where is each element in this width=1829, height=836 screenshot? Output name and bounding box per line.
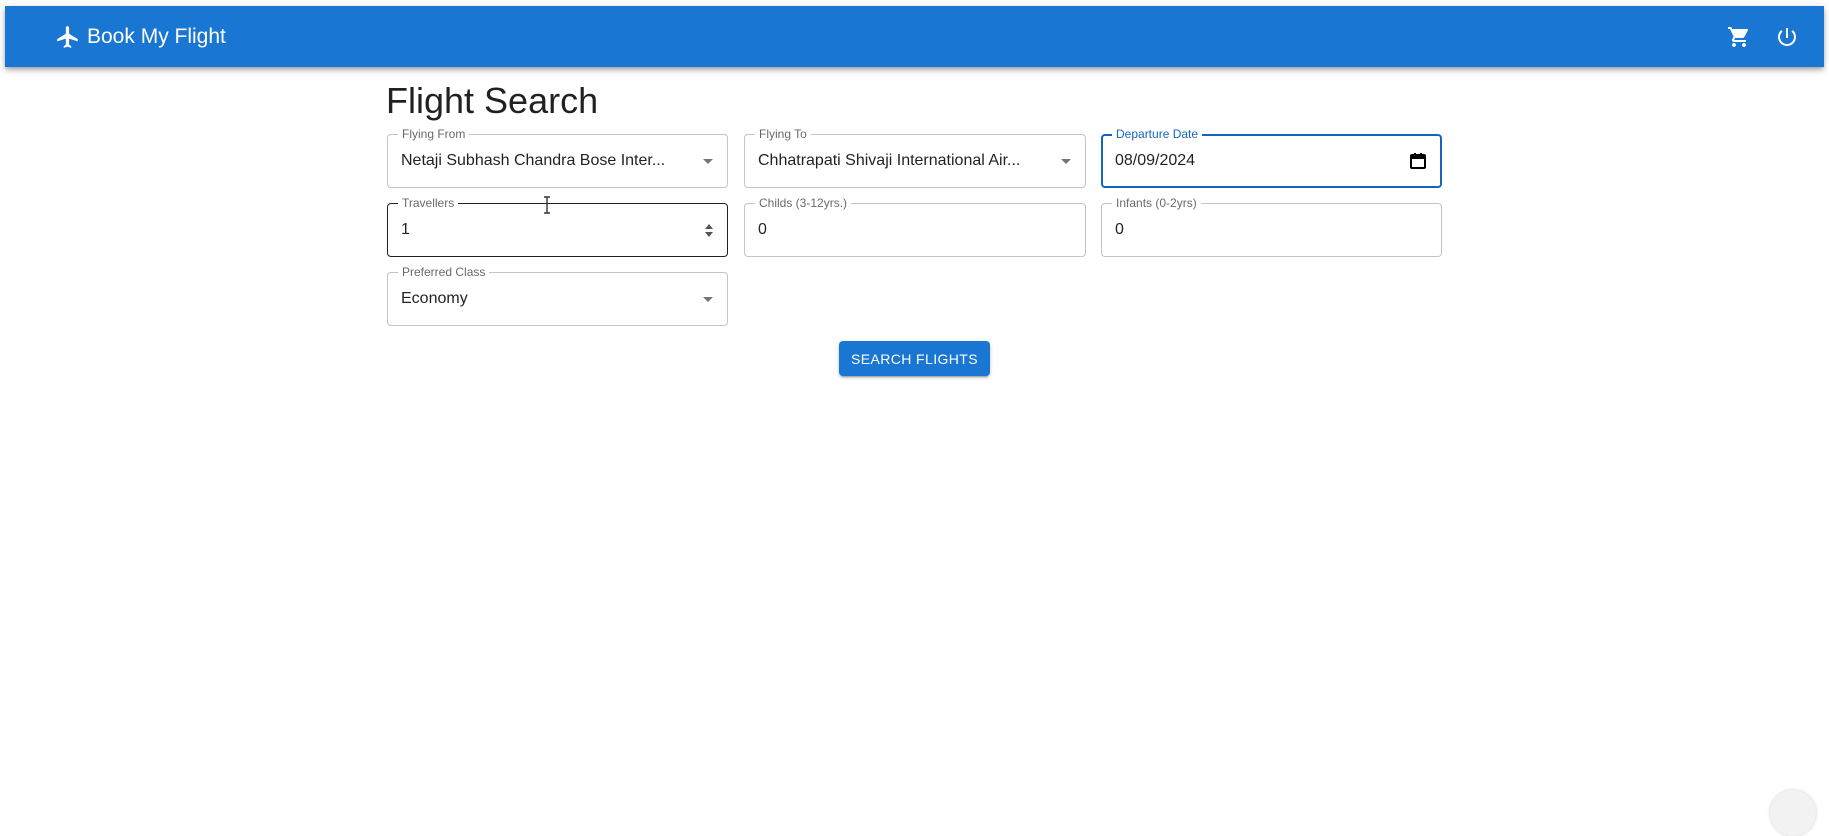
chevron-down-icon[interactable] <box>703 297 713 302</box>
floating-action-button[interactable] <box>1770 790 1816 836</box>
flying-to-select[interactable]: Flying To Chhatrapati Shivaji Internatio… <box>744 127 1086 188</box>
calendar-icon[interactable] <box>1408 151 1428 171</box>
page-title: Flight Search <box>386 80 599 121</box>
flying-from-value: Netaji Subhash Chandra Bose Inter... <box>401 152 666 169</box>
infants-value[interactable]: 0 <box>1115 220 1391 240</box>
travellers-value[interactable]: 1 <box>401 220 677 240</box>
search-flights-button[interactable]: SEARCH FLIGHTS <box>839 341 990 376</box>
airplane-icon <box>55 24 81 50</box>
infants-input[interactable]: Infants (0-2yrs) 0 <box>1101 196 1442 257</box>
flying-from-label: Flying From <box>398 127 470 141</box>
preferred-class-label: Preferred Class <box>398 265 490 279</box>
cart-icon[interactable] <box>1726 24 1752 50</box>
text-cursor-icon <box>541 196 553 214</box>
app-title: Book My Flight <box>87 24 226 48</box>
power-icon[interactable] <box>1774 24 1800 50</box>
childs-value[interactable]: 0 <box>758 220 1035 240</box>
infants-label: Infants (0-2yrs) <box>1112 196 1201 210</box>
app-bar: Book My Flight <box>5 6 1824 67</box>
childs-input[interactable]: Childs (3-12yrs.) 0 <box>744 196 1086 257</box>
childs-label: Childs (3-12yrs.) <box>755 196 852 210</box>
brand[interactable]: Book My Flight <box>55 6 226 67</box>
departure-date-label: Departure Date <box>1112 127 1203 141</box>
preferred-class-select[interactable]: Preferred Class Economy <box>387 265 728 326</box>
decrement-icon[interactable] <box>705 231 713 237</box>
departure-date-value[interactable]: 08/09/2024 <box>1115 151 1390 171</box>
departure-date-input[interactable]: Departure Date 08/09/2024 <box>1101 127 1442 188</box>
preferred-class-value: Economy <box>401 290 468 307</box>
flying-from-select[interactable]: Flying From Netaji Subhash Chandra Bose … <box>387 127 728 188</box>
increment-icon[interactable] <box>705 223 713 229</box>
chevron-down-icon[interactable] <box>1061 159 1071 164</box>
flying-to-label: Flying To <box>755 127 811 141</box>
travellers-label: Travellers <box>398 196 459 210</box>
travellers-input[interactable]: Travellers 1 <box>387 196 728 257</box>
chevron-down-icon[interactable] <box>703 159 713 164</box>
number-stepper[interactable] <box>703 219 715 241</box>
flying-to-value: Chhatrapati Shivaji International Air... <box>758 152 1021 169</box>
appbar-actions <box>1726 6 1800 67</box>
